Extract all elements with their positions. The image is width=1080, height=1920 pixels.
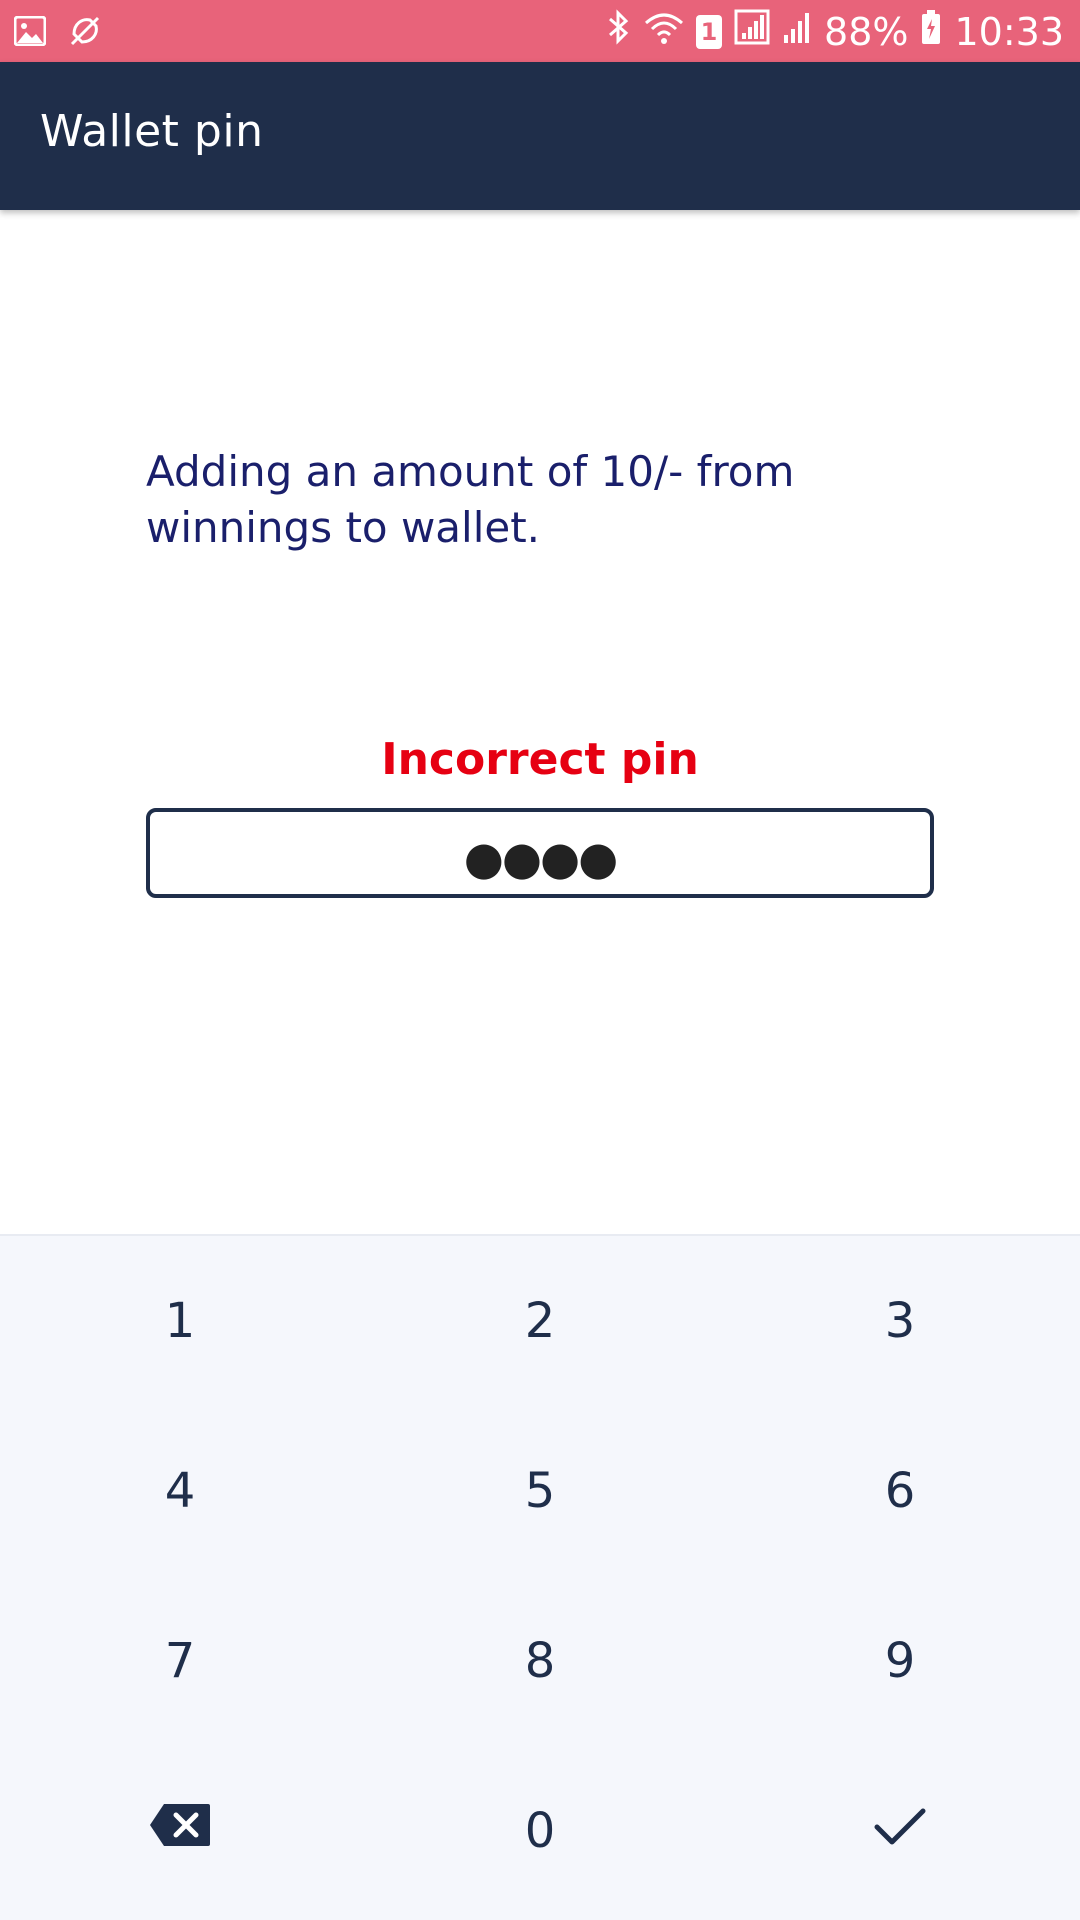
backspace-button[interactable] [0, 1746, 360, 1916]
key-4[interactable]: 4 [0, 1406, 360, 1576]
sim-icon: 1 [696, 15, 723, 49]
key-9[interactable]: 9 [720, 1576, 1080, 1746]
app-bar: Wallet pin [0, 62, 1080, 210]
error-message: Incorrect pin [381, 734, 699, 785]
check-icon [874, 1803, 926, 1859]
signal-icon [734, 8, 770, 56]
message-line-1: Adding an amount of 10/- from [146, 447, 795, 496]
image-icon [13, 15, 47, 50]
transfer-message: Adding an amount of 10/- from winnings t… [146, 444, 946, 556]
wifi-icon [644, 8, 684, 56]
key-8[interactable]: 8 [360, 1576, 720, 1746]
page-title: Wallet pin [40, 106, 264, 157]
status-left-icons [13, 14, 102, 52]
key-1[interactable]: 1 [0, 1236, 360, 1406]
key-7[interactable]: 7 [0, 1576, 360, 1746]
confirm-button[interactable] [720, 1746, 1080, 1916]
status-right-icons: 1 88% 10:33 [606, 8, 1064, 56]
signal-icon [782, 8, 812, 56]
battery-icon [920, 8, 942, 56]
mute-icon [68, 14, 102, 52]
pin-input[interactable]: ●●●● [146, 808, 934, 898]
battery-percent: 88% [824, 10, 909, 54]
message-line-2: winnings to wallet. [146, 503, 541, 552]
clock: 10:33 [954, 10, 1064, 54]
status-bar: 1 88% 10:33 [0, 0, 1080, 62]
key-3[interactable]: 3 [720, 1236, 1080, 1406]
key-6[interactable]: 6 [720, 1406, 1080, 1576]
key-2[interactable]: 2 [360, 1236, 720, 1406]
numeric-keypad: 1 2 3 4 5 6 7 8 9 0 [0, 1234, 1080, 1920]
bluetooth-icon [606, 8, 632, 56]
key-0[interactable]: 0 [360, 1746, 720, 1916]
backspace-icon [148, 1802, 212, 1860]
key-5[interactable]: 5 [360, 1406, 720, 1576]
